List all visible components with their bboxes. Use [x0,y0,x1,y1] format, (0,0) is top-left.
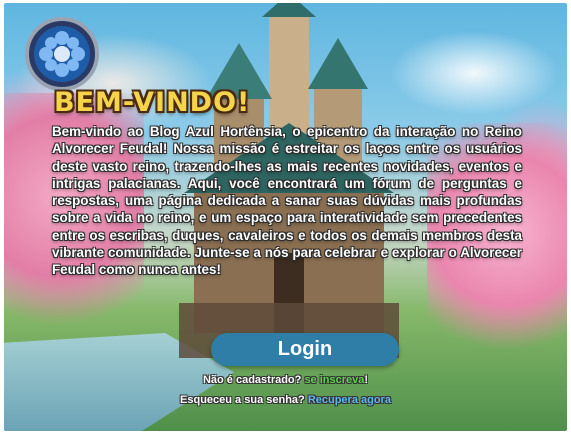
signup-prompt: Não é cadastrado? [202,374,302,386]
recover-password-link[interactable]: Recupera agora [308,394,391,406]
emblem-icon [25,17,99,91]
login-button[interactable]: Login [211,333,399,366]
welcome-paragraph: Bem-vindo ao Blog Azul Hortênsia, o epic… [52,124,522,278]
login-page: BEM-VINDO! Bem-vindo ao Blog Azul Hortên… [4,3,567,431]
recover-prompt: Esqueceu a sua senha? [180,394,305,406]
signup-link[interactable]: se inscreva [304,374,364,386]
recover-line: Esqueceu a sua senha? Recupera agora [4,394,567,406]
signup-suffix: ! [364,374,369,386]
page-title: BEM-VINDO! [54,87,251,118]
signup-line: Não é cadastrado? se inscreva! [4,374,567,386]
